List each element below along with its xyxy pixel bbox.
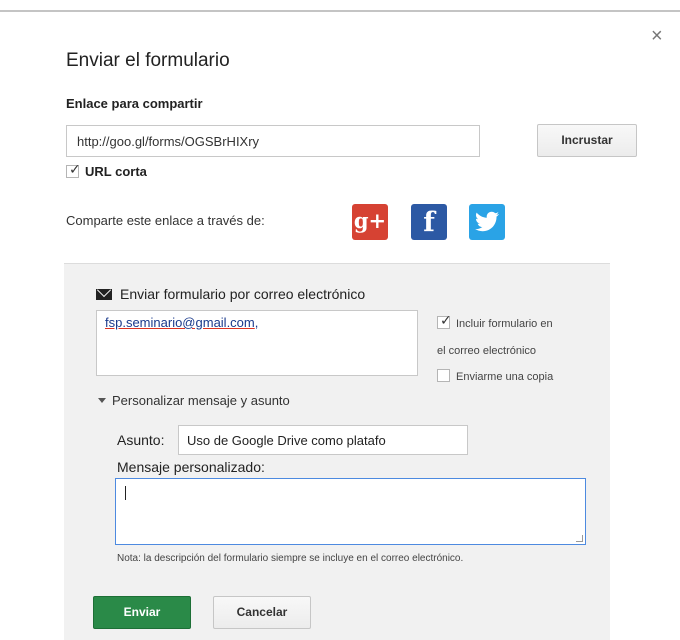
twitter-bird-icon	[475, 211, 499, 232]
email-section-heading: Enviar formulario por correo electrónico	[96, 286, 365, 302]
recipient-separator: ,	[254, 315, 259, 330]
share-link-heading: Enlace para compartir	[66, 96, 203, 111]
resize-handle-icon[interactable]	[576, 535, 583, 542]
include-form-label: Incluir formulario en	[456, 318, 553, 330]
message-textarea[interactable]	[115, 478, 586, 545]
send-button[interactable]: Enviar	[93, 596, 191, 629]
email-heading-label: Enviar formulario por correo electrónico	[120, 286, 366, 302]
short-url-checkbox[interactable]: ✓	[66, 161, 81, 178]
customize-label: Personalizar mensaje y asunto	[112, 393, 290, 408]
form-description-note: Nota: la descripción del formulario siem…	[117, 553, 464, 564]
send-copy-label: Enviarme una copia	[456, 371, 554, 383]
subject-label: Asunto:	[117, 432, 165, 448]
facebook-icon[interactable]: f	[411, 204, 447, 240]
include-form-label-continued: el correo electrónico	[437, 345, 537, 357]
cancel-button[interactable]: Cancelar	[213, 596, 311, 629]
recipients-field[interactable]: fsp.seminario@gmail.com,	[96, 310, 418, 376]
customize-message-toggle[interactable]: Personalizar mensaje y asunto	[98, 393, 290, 408]
google-plus-icon[interactable]: g+	[352, 204, 388, 240]
send-copy-checkbox-row[interactable]: Enviarme una copia	[437, 369, 553, 383]
share-url-field[interactable]: http://goo.gl/forms/OGSBrHIXry	[66, 125, 480, 157]
short-url-checkbox-row[interactable]: ✓ URL corta	[66, 161, 147, 179]
embed-button[interactable]: Incrustar	[537, 124, 637, 157]
top-divider	[0, 10, 680, 12]
envelope-icon	[96, 289, 112, 300]
include-form-checkbox[interactable]: ✓	[437, 312, 452, 329]
checkmark-icon: ✓	[69, 161, 81, 177]
checkmark-icon: ✓	[440, 312, 452, 328]
include-form-checkbox-row[interactable]: ✓ Incluir formulario en	[437, 312, 553, 330]
recipient-email: fsp.seminario@gmail.com	[105, 315, 255, 330]
triangle-down-icon	[98, 398, 106, 403]
message-label: Mensaje personalizado:	[117, 459, 265, 475]
twitter-icon[interactable]	[469, 204, 505, 240]
close-icon[interactable]: ×	[651, 26, 663, 46]
short-url-label: URL corta	[85, 164, 147, 179]
dialog-title: Enviar el formulario	[66, 50, 230, 71]
share-via-label: Comparte este enlace a través de:	[66, 213, 265, 228]
text-cursor	[125, 486, 126, 500]
subject-field[interactable]: Uso de Google Drive como platafo	[178, 425, 468, 455]
send-copy-checkbox[interactable]	[437, 369, 450, 382]
